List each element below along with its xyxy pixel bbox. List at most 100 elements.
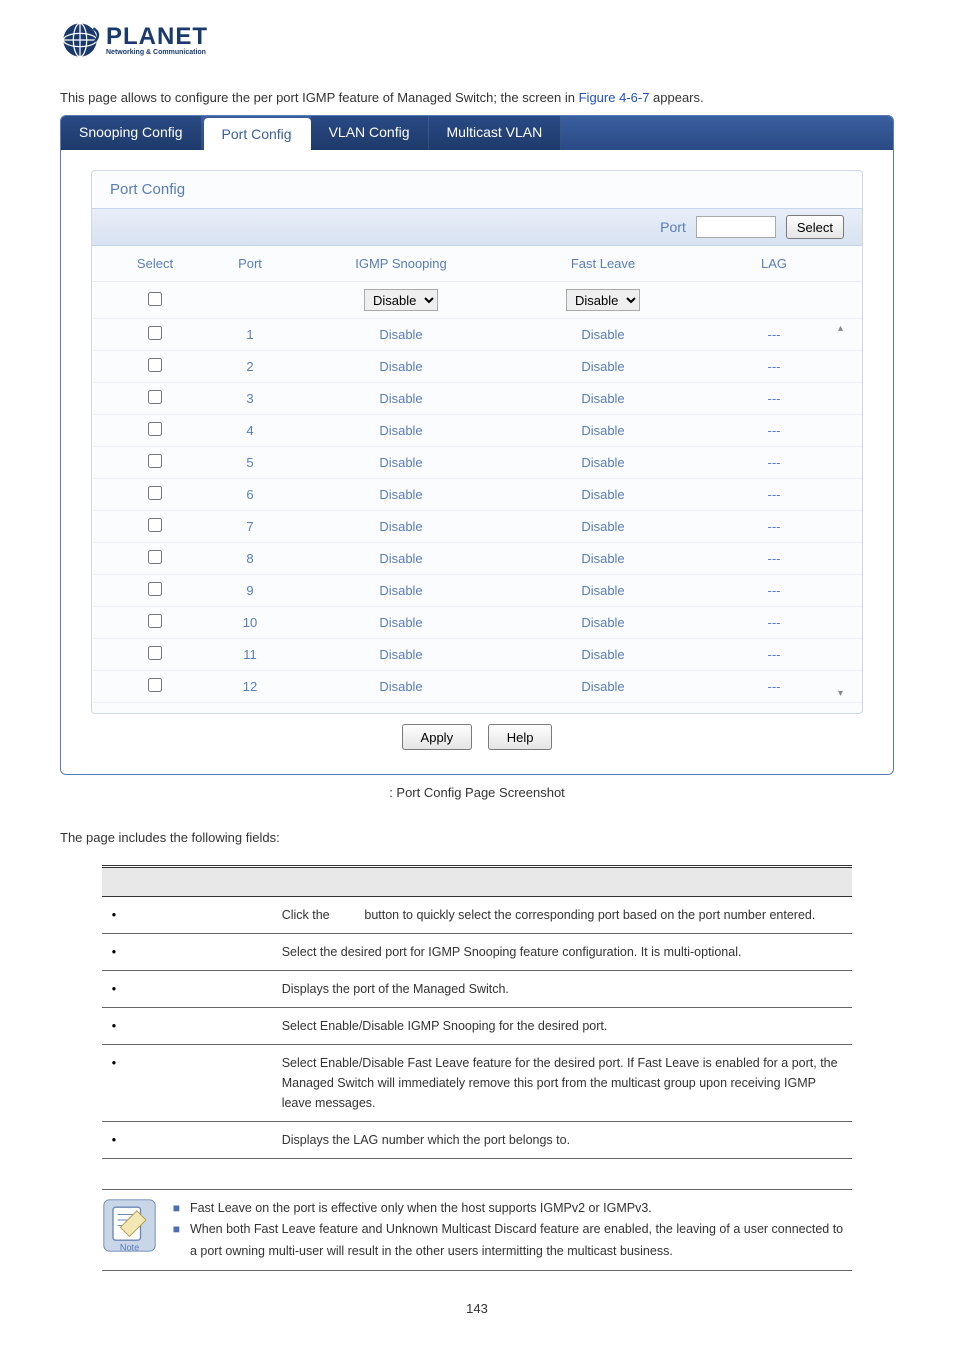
row-checkbox[interactable] [148,582,162,596]
cell-lag: --- [704,455,844,470]
table-row: 5DisableDisable--- [92,447,862,479]
scroll-down-icon[interactable]: ▾ [838,688,848,699]
row-checkbox[interactable] [148,646,162,660]
cell-fast: Disable [502,551,704,566]
row-checkbox[interactable] [148,486,162,500]
svg-text:Note: Note [120,1242,139,1252]
row-checkbox[interactable] [148,358,162,372]
row-checkbox[interactable] [148,518,162,532]
cell-port: 8 [200,551,300,566]
table-row: 7DisableDisable--- [92,511,862,543]
tab-port-config[interactable]: Port Config [204,118,311,150]
header-fast: Fast Leave [502,256,704,271]
cell-igmp: Disable [300,359,502,374]
field-desc-cell: Displays the port of the Managed Switch. [272,971,853,1008]
cell-port: 10 [200,615,300,630]
note-icon: Note [102,1198,157,1253]
row-checkbox[interactable] [148,422,162,436]
cell-port: 5 [200,455,300,470]
fields-th-object [102,867,272,897]
help-button[interactable]: Help [488,724,553,750]
table-row: 1DisableDisable--- [92,319,862,351]
fields-row: •Select the desired port for IGMP Snoopi… [102,934,853,971]
cell-fast: Disable [502,327,704,342]
field-object-cell: • [102,897,272,934]
fields-row: •Displays the LAG number which the port … [102,1122,853,1159]
fast-leave-dropdown[interactable]: Disable [566,289,640,311]
row-checkbox[interactable] [148,614,162,628]
cell-fast: Disable [502,615,704,630]
cell-igmp: Disable [300,487,502,502]
cell-port: 11 [200,647,300,662]
logo-main-text: PLANET [106,25,208,49]
row-checkbox[interactable] [148,550,162,564]
cell-lag: --- [704,487,844,502]
table-row: 12DisableDisable--- [92,671,862,703]
field-object-cell: • [102,1008,272,1045]
row-checkbox[interactable] [148,678,162,692]
tab-vlan-config[interactable]: VLAN Config [311,116,429,150]
cell-igmp: Disable [300,583,502,598]
cell-igmp: Disable [300,455,502,470]
note-text: Fast Leave on the port is effective only… [190,1198,652,1219]
scroll-up-icon[interactable]: ▴ [838,323,848,334]
apply-button[interactable]: Apply [402,724,473,750]
note-text: When both Fast Leave feature and Unknown… [190,1219,852,1262]
port-label: Port [660,219,686,235]
table-row: 9DisableDisable--- [92,575,862,607]
tab-multicast-vlan[interactable]: Multicast VLAN [429,116,562,150]
cell-igmp: Disable [300,327,502,342]
cell-fast: Disable [502,359,704,374]
cell-fast: Disable [502,519,704,534]
square-bullet-icon: ■ [173,1198,180,1219]
table-header: Select Port IGMP Snooping Fast Leave LAG [92,246,862,282]
cell-port: 4 [200,423,300,438]
tab-snooping-config[interactable]: Snooping Config [61,116,202,150]
cell-port: 2 [200,359,300,374]
square-bullet-icon: ■ [173,1219,180,1262]
fields-table: •Click the button to quickly select the … [102,865,853,1159]
fields-th-desc [272,867,853,897]
field-desc-cell: Select Enable/Disable IGMP Snooping for … [272,1008,853,1045]
cell-lag: --- [704,519,844,534]
port-select-row: Port Select [92,208,862,246]
filter-row: Disable Disable [92,282,862,319]
cell-fast: Disable [502,455,704,470]
igmp-dropdown[interactable]: Disable [364,289,438,311]
port-config-section: Port Config Port Select Select Port IGMP… [91,170,863,714]
header-port: Port [200,256,300,271]
note-box: Note ■ Fast Leave on the port is effectiv… [102,1189,853,1271]
config-panel: Snooping Config Port Config VLAN Config … [60,115,894,775]
note-item: ■When both Fast Leave feature and Unknow… [173,1219,853,1262]
cell-fast: Disable [502,679,704,694]
row-checkbox[interactable] [148,326,162,340]
row-checkbox[interactable] [148,390,162,404]
row-checkbox[interactable] [148,454,162,468]
cell-port: 7 [200,519,300,534]
cell-igmp: Disable [300,679,502,694]
logo-sub-text: Networking & Communication [106,49,208,56]
select-all-checkbox[interactable] [148,292,162,306]
port-number-input[interactable] [696,216,776,238]
table-row: 6DisableDisable--- [92,479,862,511]
note-item: ■ Fast Leave on the port is effective onl… [173,1198,853,1219]
select-button[interactable]: Select [786,215,844,239]
cell-port: 9 [200,583,300,598]
cell-lag: --- [704,647,844,662]
table-row: 8DisableDisable--- [92,543,862,575]
section-title: Port Config [92,171,862,208]
table-row: 10DisableDisable--- [92,607,862,639]
cell-lag: --- [704,551,844,566]
cell-igmp: Disable [300,391,502,406]
cell-fast: Disable [502,487,704,502]
cell-igmp: Disable [300,519,502,534]
header-select: Select [110,256,200,271]
cell-lag: --- [704,583,844,598]
note-list: ■ Fast Leave on the port is effective onl… [173,1198,853,1262]
fields-row: •Select Enable/Disable IGMP Snooping for… [102,1008,853,1045]
intro-suffix: appears. [649,90,703,105]
cell-lag: --- [704,423,844,438]
figure-link[interactable]: Figure 4-6-7 [579,90,650,105]
header-igmp: IGMP Snooping [300,256,502,271]
table-row: 4DisableDisable--- [92,415,862,447]
